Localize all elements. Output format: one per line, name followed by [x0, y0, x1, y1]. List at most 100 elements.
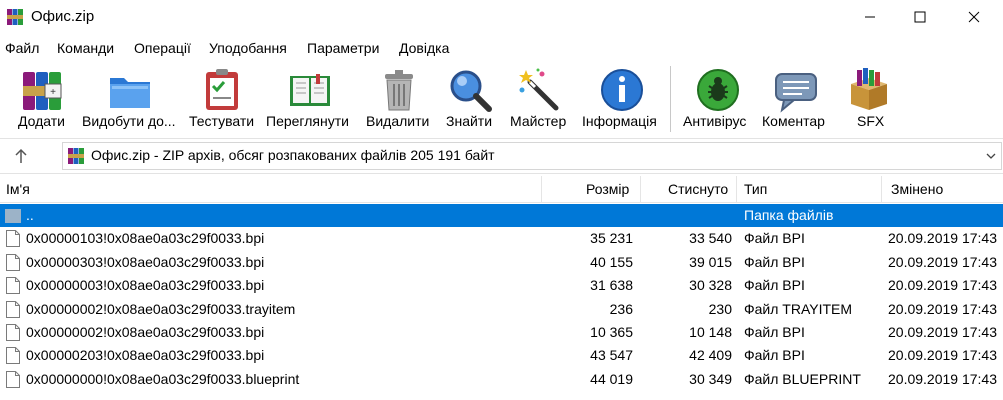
table-row[interactable]: 0x00000303!0x08ae0a03c29f0033.bpi 40 155…	[0, 251, 1003, 274]
file-modified: 20.09.2019 17:43	[888, 253, 997, 270]
toolbar-separator	[670, 66, 671, 132]
up-arrow-icon[interactable]	[12, 147, 30, 165]
add-archive-icon: +	[23, 72, 62, 110]
file-modified: 20.09.2019 17:43	[888, 277, 997, 294]
address-bar: Офис.zip - ZIP архів, обсяг розпакованих…	[0, 138, 1003, 174]
file-name: ..	[26, 207, 34, 223]
info-button[interactable]: Інформація	[582, 60, 662, 136]
table-row-parent-folder[interactable]: .. Папка файлів	[0, 204, 1003, 228]
file-modified: 20.09.2019 17:43	[888, 300, 997, 317]
test-label: Тестувати	[189, 113, 255, 129]
menu-help[interactable]: Довідка	[399, 40, 449, 56]
file-type: Файл BPI	[744, 253, 805, 270]
file-type: Файл TRAYITEM	[744, 300, 853, 317]
close-button[interactable]	[951, 0, 997, 34]
close-icon	[968, 11, 980, 23]
file-packed: 10 148	[689, 323, 732, 340]
extract-to-button[interactable]: Видобути до...	[82, 60, 182, 136]
column-type-header[interactable]: Тип	[744, 176, 767, 202]
view-book-icon	[290, 74, 330, 106]
menu-bar: Файл Команди Операції Уподобання Парамет…	[0, 36, 1003, 60]
view-label: Переглянути	[266, 113, 349, 129]
file-modified: 20.09.2019 17:43	[888, 323, 997, 340]
column-packed-header[interactable]: Стиснуто	[668, 176, 728, 202]
view-button[interactable]: Переглянути	[266, 60, 356, 136]
wizard-button[interactable]: Майстер	[510, 60, 572, 136]
file-size: 31 638	[590, 277, 633, 294]
test-button[interactable]: Тестувати	[189, 60, 255, 136]
table-row[interactable]: 0x00000103!0x08ae0a03c29f0033.bpi 35 231…	[0, 227, 1003, 250]
table-row[interactable]: 0x00000203!0x08ae0a03c29f0033.bpi 43 547…	[0, 344, 1003, 367]
table-row[interactable]: 0x00000002!0x08ae0a03c29f0033.trayitem 2…	[0, 298, 1003, 321]
info-icon	[601, 69, 643, 111]
file-icon	[6, 253, 20, 271]
menu-favorites[interactable]: Уподобання	[209, 40, 287, 56]
trash-icon	[385, 70, 413, 111]
add-label: Додати	[18, 113, 65, 129]
address-field[interactable]: Офис.zip - ZIP архів, обсяг розпакованих…	[62, 142, 1002, 170]
comment-bubble-icon	[775, 73, 817, 113]
archive-icon	[68, 148, 84, 164]
toolbar: + Додати Видобути до... Тестувати Перегл…	[0, 60, 1003, 136]
file-icon	[6, 277, 20, 295]
file-name: 0x00000000!0x08ae0a03c29f0033.blueprint	[26, 370, 300, 387]
file-icon	[6, 300, 20, 318]
file-packed: 230	[708, 300, 732, 317]
test-clipboard-icon	[206, 69, 238, 110]
antivirus-bug-icon	[697, 69, 739, 111]
antivirus-button[interactable]: Антивірус	[683, 60, 753, 136]
file-name: 0x00000002!0x08ae0a03c29f0033.bpi	[26, 323, 265, 340]
file-size: 236	[609, 300, 633, 317]
file-type: Файл BPI	[744, 323, 805, 340]
file-modified: 20.09.2019 17:43	[888, 370, 997, 387]
file-packed: 33 540	[689, 230, 732, 247]
minimize-icon	[865, 16, 875, 18]
menu-file[interactable]: Файл	[5, 40, 39, 56]
file-size: 43 547	[590, 347, 633, 364]
file-icon	[6, 347, 20, 365]
table-row[interactable]: 0x00000000!0x08ae0a03c29f0033.blueprint …	[0, 368, 1003, 391]
file-type: Файл BPI	[744, 277, 805, 294]
svg-text:+: +	[50, 87, 56, 98]
column-divider[interactable]	[736, 176, 737, 202]
file-modified: 20.09.2019 17:43	[888, 347, 997, 364]
minimize-button[interactable]	[847, 0, 893, 34]
column-divider[interactable]	[541, 176, 542, 202]
info-label: Інформація	[582, 113, 657, 129]
menu-commands[interactable]: Команди	[57, 40, 114, 56]
column-divider[interactable]	[881, 176, 882, 202]
list-header: Ім'я Розмір Стиснуто Тип Змінено	[0, 176, 1003, 203]
chevron-down-icon[interactable]	[985, 150, 997, 162]
add-button[interactable]: + Додати	[14, 60, 72, 136]
file-name: 0x00000002!0x08ae0a03c29f0033.trayitem	[26, 300, 296, 317]
column-name-header[interactable]: Ім'я	[6, 176, 30, 202]
sfx-button[interactable]: SFX	[843, 60, 895, 136]
file-type: Файл BPI	[744, 347, 805, 364]
file-type: Файл BLUEPRINT	[744, 370, 861, 387]
file-name: 0x00000203!0x08ae0a03c29f0033.bpi	[26, 347, 265, 364]
comment-button[interactable]: Коментар	[762, 60, 830, 136]
table-row[interactable]: 0x00000003!0x08ae0a03c29f0033.bpi 31 638…	[0, 274, 1003, 297]
extract-folder-icon	[110, 78, 150, 108]
find-button[interactable]: Знайти	[444, 60, 496, 136]
column-size-header[interactable]: Розмір	[586, 176, 629, 202]
antivirus-label: Антивірус	[683, 113, 747, 129]
menu-options[interactable]: Параметри	[307, 40, 379, 56]
menu-operations[interactable]: Операції	[134, 40, 191, 56]
file-packed: 39 015	[689, 253, 732, 270]
delete-button[interactable]: Видалити	[366, 60, 432, 136]
maximize-button[interactable]	[897, 0, 943, 34]
column-modified-header[interactable]: Змінено	[891, 176, 943, 202]
table-row[interactable]: 0x00000002!0x08ae0a03c29f0033.bpi 10 365…	[0, 321, 1003, 344]
file-size: 44 019	[590, 370, 633, 387]
file-name: 0x00000303!0x08ae0a03c29f0033.bpi	[26, 253, 265, 270]
file-packed: 42 409	[689, 347, 732, 364]
file-size: 35 231	[590, 230, 633, 247]
sfx-box-icon	[851, 68, 887, 110]
column-divider[interactable]	[640, 176, 641, 202]
file-icon	[6, 230, 20, 248]
file-size: 10 365	[590, 323, 633, 340]
file-type: Папка файлів	[744, 207, 834, 223]
file-type: Файл BPI	[744, 230, 805, 247]
folder-icon	[5, 209, 21, 223]
